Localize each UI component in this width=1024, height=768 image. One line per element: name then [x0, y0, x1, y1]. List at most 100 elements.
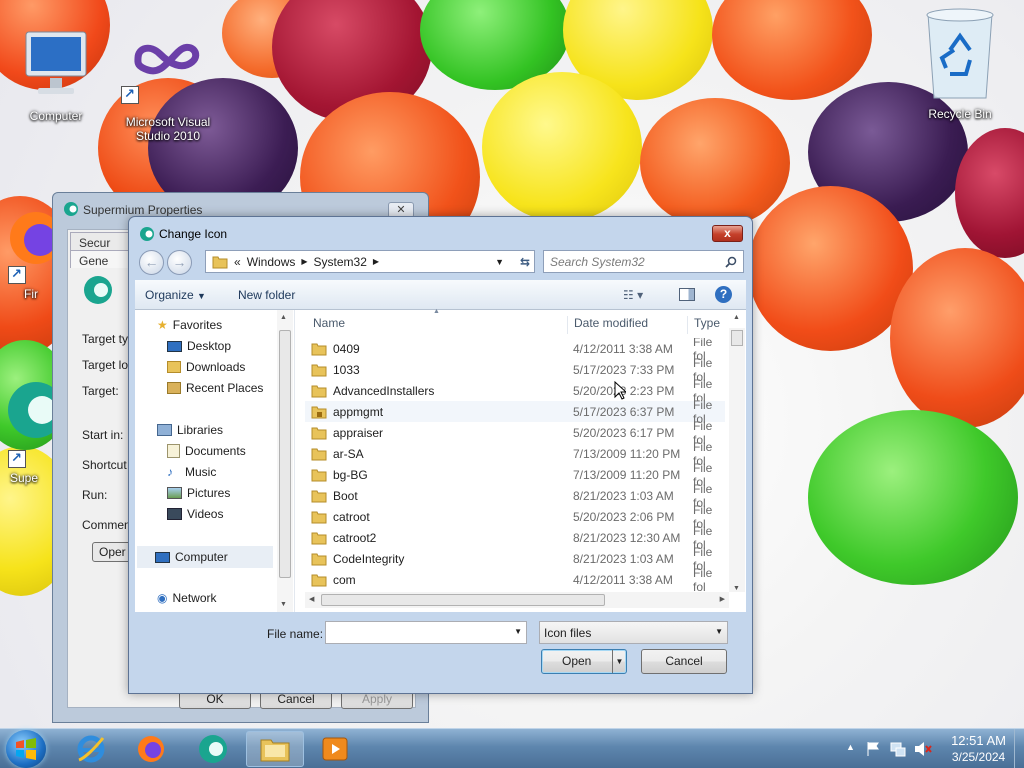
nav-scrollbar-thumb[interactable]	[279, 330, 291, 578]
file-row[interactable]: appmgmt 5/17/2023 6:37 PM File fol	[305, 398, 725, 426]
file-row[interactable]: appraiser 5/20/2023 6:17 PM File fol	[305, 419, 725, 447]
shortcut-arrow-icon	[121, 86, 139, 104]
column-header-name[interactable]: Name	[313, 316, 565, 334]
address-dropdown-icon[interactable]: ▼	[495, 257, 504, 267]
file-row[interactable]: ar-SA 7/13/2009 11:20 PM File fol	[305, 440, 725, 468]
clock-date: 3/25/2024	[951, 750, 1006, 764]
file-name: appmgmt	[333, 404, 384, 419]
vertical-scrollbar-thumb[interactable]	[731, 330, 743, 346]
volume-muted-icon[interactable]	[914, 741, 932, 757]
network-icon[interactable]	[890, 741, 906, 757]
file-row[interactable]: bg-BG 7/13/2009 11:20 PM File fol	[305, 461, 725, 489]
help-icon[interactable]: ?	[715, 286, 732, 303]
nav-documents[interactable]: Documents	[167, 444, 246, 458]
taskbar-supermium[interactable]	[184, 731, 242, 767]
nav-pictures[interactable]: Pictures	[167, 486, 230, 500]
file-name: bg-BG	[333, 467, 368, 482]
cancel-button[interactable]: Cancel	[641, 649, 727, 674]
nav-network[interactable]: ◉ Network	[157, 591, 217, 605]
file-row[interactable]: catroot2 8/21/2023 12:30 AM File fol	[305, 524, 725, 552]
nav-desktop[interactable]: Desktop	[167, 339, 231, 353]
breadcrumb-separator-icon: ▶	[372, 257, 380, 266]
open-file-location-button[interactable]: Oper	[92, 542, 132, 562]
address-bar[interactable]: « Windows ▶ System32 ▶ ▼ ⇆	[205, 250, 535, 273]
file-type-select[interactable]: Icon files ▼	[539, 621, 728, 644]
folder-icon	[212, 256, 228, 268]
folder-icon	[311, 511, 327, 524]
open-split-dropdown-icon[interactable]: ▼	[612, 650, 626, 673]
scrollbar-up-icon[interactable]: ▲	[733, 314, 740, 321]
nav-computer[interactable]: Computer	[137, 546, 273, 568]
start-button[interactable]	[6, 730, 46, 768]
file-row[interactable]: AdvancedInstallers 5/20/2023 2:23 PM File …	[305, 377, 725, 405]
address-overflow-chevron[interactable]: «	[234, 255, 241, 269]
nav-favorites[interactable]: ★ Favorites	[157, 318, 222, 332]
desktop-icon-computer[interactable]: Computer	[10, 26, 102, 123]
file-name: Boot	[333, 488, 358, 503]
file-row[interactable]: 1033 5/17/2023 7:33 PM File fol	[305, 356, 725, 384]
file-name: ar-SA	[333, 446, 364, 461]
file-name: com	[333, 572, 356, 587]
file-row[interactable]: catroot 5/20/2023 2:06 PM File fol	[305, 503, 725, 531]
taskbar-clock[interactable]: 12:51 AM 3/25/2024	[951, 733, 1006, 765]
nav-scrollbar[interactable]: ▲ ▼	[277, 310, 293, 612]
file-name: 0409	[333, 341, 360, 356]
show-desktop-button[interactable]	[1014, 729, 1024, 768]
libraries-icon	[157, 424, 172, 436]
locked-folder-icon	[311, 406, 327, 419]
open-button[interactable]: Open ▼	[541, 649, 627, 674]
file-row[interactable]: Boot 8/21/2023 1:03 AM File fol	[305, 482, 725, 510]
file-name: catroot2	[333, 530, 377, 545]
breadcrumb-system32[interactable]: System32	[314, 255, 367, 269]
sort-indicator-icon: ▲	[433, 308, 440, 315]
nav-videos[interactable]: Videos	[167, 507, 223, 521]
show-hidden-icons[interactable]: ▲	[846, 742, 855, 752]
close-button[interactable]: x	[712, 225, 743, 242]
chevron-down-icon[interactable]: ▼	[514, 627, 522, 636]
shortcut-arrow-icon	[8, 450, 26, 468]
scrollbar-right-icon[interactable]: ▶	[720, 595, 725, 603]
file-list-horizontal-scrollbar[interactable]: ◀ ▶	[305, 592, 729, 608]
nav-music[interactable]: ♪ Music	[167, 465, 216, 479]
scrollbar-down-icon[interactable]: ▼	[733, 585, 740, 592]
nav-downloads[interactable]: Downloads	[167, 360, 245, 374]
taskbar-media-player[interactable]	[306, 731, 364, 767]
file-type: File fol	[693, 565, 713, 593]
file-row[interactable]: com 4/12/2011 3:38 AM File fol	[305, 565, 725, 593]
star-icon: ★	[157, 318, 168, 332]
column-header-date[interactable]: Date modified	[567, 316, 683, 334]
change-icon-dialog[interactable]: Change Icon x ← → « Windows ▶ System32 ▶…	[128, 216, 753, 694]
file-row[interactable]: CodeIntegrity 8/21/2023 1:03 AM File fol	[305, 545, 725, 573]
file-type-value: Icon files	[544, 626, 592, 640]
taskbar-firefox[interactable]	[122, 731, 180, 767]
file-row[interactable]: 0409 4/12/2011 3:38 AM File fol	[305, 338, 725, 363]
forward-button[interactable]: →	[167, 250, 192, 275]
horizontal-scrollbar-thumb[interactable]	[321, 594, 605, 606]
desktop-icon-recycle-bin[interactable]: Recycle Bin	[914, 6, 1006, 121]
new-folder-button[interactable]: New folder	[228, 288, 305, 302]
command-bar: Organize ▼ New folder ☷ ▾ ?	[135, 280, 746, 310]
nav-libraries[interactable]: Libraries	[157, 423, 223, 437]
scrollbar-left-icon[interactable]: ◀	[309, 595, 314, 603]
back-button[interactable]: ←	[139, 250, 164, 275]
refresh-icon[interactable]: ⇆	[520, 255, 530, 269]
desktop-icon-firefox[interactable]: Fir	[0, 208, 62, 301]
column-header-type[interactable]: Type	[687, 316, 723, 334]
file-list-vertical-scrollbar[interactable]: ▲ ▼	[729, 314, 745, 592]
views-icon[interactable]: ☷ ▾	[623, 288, 643, 302]
field-label: Start in:	[82, 428, 124, 442]
preview-pane-icon[interactable]	[679, 288, 695, 301]
windows-logo-icon	[16, 738, 36, 760]
action-center-flag-icon[interactable]	[866, 741, 880, 757]
computer-icon	[155, 551, 170, 563]
desktop-icon-supermium[interactable]: Supe	[0, 374, 64, 485]
taskbar-internet-explorer[interactable]	[62, 731, 120, 767]
search-input[interactable]: Search System32	[543, 250, 744, 273]
organize-button[interactable]: Organize ▼	[135, 288, 216, 302]
file-name-input[interactable]: ▼	[325, 621, 527, 644]
nav-recent-places[interactable]: Recent Places	[167, 381, 263, 395]
taskbar-explorer[interactable]	[246, 731, 304, 767]
internet-explorer-icon	[77, 735, 105, 763]
field-label: Shortcut	[82, 458, 127, 472]
breadcrumb-windows[interactable]: Windows	[247, 255, 296, 269]
